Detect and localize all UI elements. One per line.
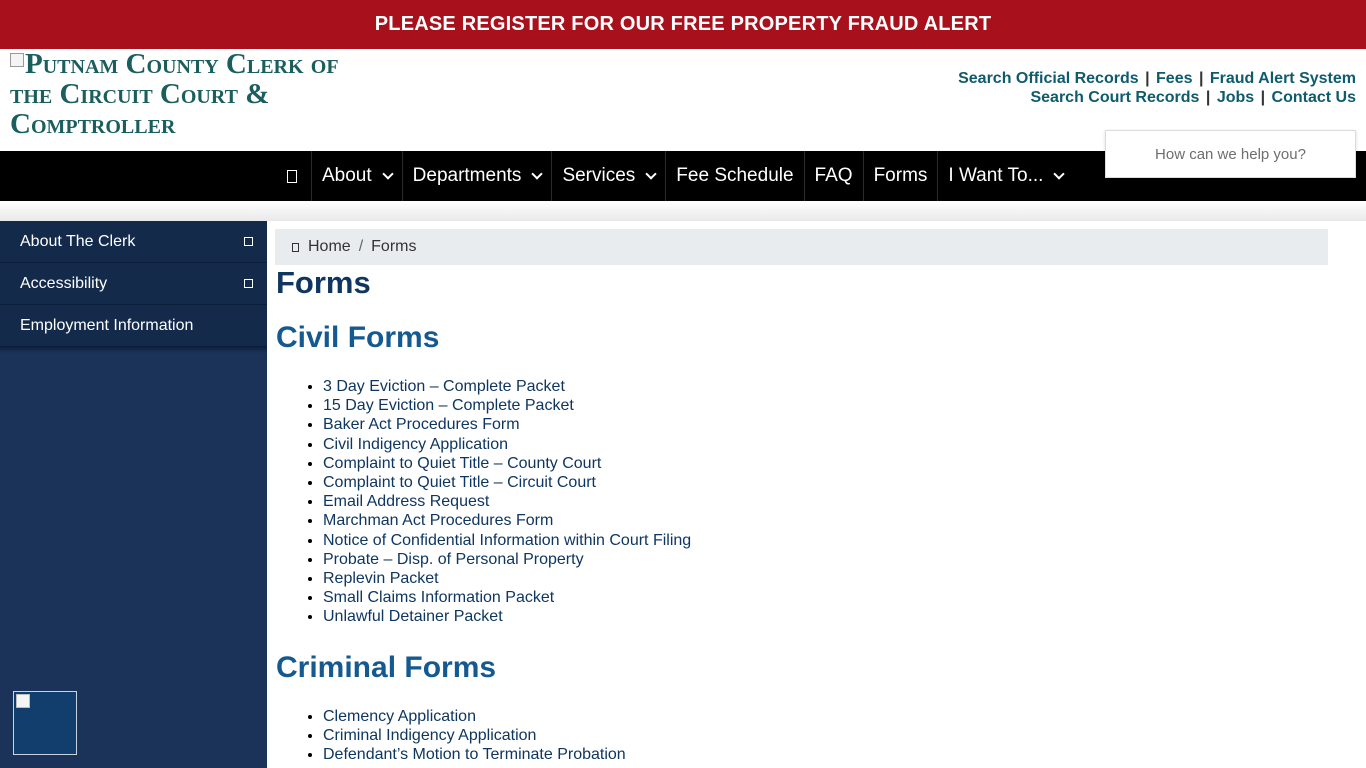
list-item: Email Address Request <box>323 492 691 511</box>
list-item: Complaint to Quiet Title – Circuit Court <box>323 473 691 492</box>
jobs-link[interactable]: Jobs <box>1217 89 1254 106</box>
main-content: Home / Forms Forms Civil Forms 3 Day Evi… <box>267 221 1366 768</box>
chevron-down-icon <box>645 167 657 180</box>
form-link[interactable]: Complaint to Quiet Title – Circuit Court <box>323 474 596 491</box>
site-search[interactable] <box>1105 130 1356 178</box>
contact-us-link[interactable]: Contact Us <box>1272 89 1356 106</box>
list-item: Defendant’s Motion to Terminate Probatio… <box>323 745 626 764</box>
search-input[interactable] <box>1106 145 1355 163</box>
list-item: Criminal Indigency Application <box>323 726 626 745</box>
list-item: Small Claims Information Packet <box>323 588 691 607</box>
list-item: Notice of Confidential Information withi… <box>323 531 691 550</box>
home-icon <box>292 242 299 252</box>
link-separator: | <box>1205 89 1211 106</box>
form-link[interactable]: Clemency Application <box>323 708 476 725</box>
form-link[interactable]: Civil Indigency Application <box>323 436 508 453</box>
sidebar-item-employment-information[interactable]: Employment Information <box>0 305 267 347</box>
sidebar-item-label: Employment Information <box>20 316 194 334</box>
link-separator: | <box>1198 70 1204 87</box>
list-item: Replevin Packet <box>323 569 691 588</box>
utility-links-row-2: Search Court Records | Jobs | Contact Us <box>958 88 1356 107</box>
broken-image-icon <box>16 694 30 708</box>
nav-forms-label: Forms <box>873 165 928 186</box>
fraud-alert-banner[interactable]: PLEASE REGISTER FOR OUR FREE PROPERTY FR… <box>0 0 1366 49</box>
accessibility-widget-button[interactable] <box>13 691 77 755</box>
form-link[interactable]: Email Address Request <box>323 493 489 510</box>
nav-i-want-to-label: I Want To... <box>948 165 1044 186</box>
sidebar-item-label: About The Clerk <box>20 232 136 250</box>
form-link[interactable]: Replevin Packet <box>323 570 439 587</box>
page-title: Forms <box>276 265 371 300</box>
form-link[interactable]: 3 Day Eviction – Complete Packet <box>323 378 565 395</box>
list-item: 15 Day Eviction – Complete Packet <box>323 396 691 415</box>
nav-forms[interactable]: Forms <box>862 151 938 201</box>
list-item: Complaint to Quiet Title – County Court <box>323 454 691 473</box>
content-shadow <box>0 201 1366 221</box>
list-item: Unlawful Detainer Packet <box>323 607 691 626</box>
fees-link[interactable]: Fees <box>1156 70 1192 87</box>
form-link[interactable]: Marchman Act Procedures Form <box>323 512 553 529</box>
nav-fee-schedule[interactable]: Fee Schedule <box>665 151 803 201</box>
search-court-records-link[interactable]: Search Court Records <box>1030 89 1199 106</box>
nav-departments[interactable]: Departments <box>401 151 552 201</box>
expand-icon[interactable] <box>244 279 253 288</box>
nav-departments-label: Departments <box>412 165 522 186</box>
chevron-down-icon <box>381 167 394 180</box>
breadcrumb: Home / Forms <box>275 229 1328 265</box>
nav-faq[interactable]: FAQ <box>803 151 863 201</box>
form-link[interactable]: Unlawful Detainer Packet <box>323 608 503 625</box>
criminal-forms-list: Clemency Application Criminal Indigency … <box>323 707 626 765</box>
civil-forms-heading: Civil Forms <box>276 321 440 354</box>
form-link[interactable]: Probate – Disp. of Personal Property <box>323 551 584 568</box>
nav-services-label: Services <box>562 165 636 186</box>
list-item: Civil Indigency Application <box>323 435 691 454</box>
breadcrumb-separator: / <box>358 238 364 255</box>
breadcrumb-home-link[interactable]: Home <box>308 238 351 256</box>
nav-faq-label: FAQ <box>814 165 853 186</box>
chevron-down-icon <box>1053 167 1066 180</box>
list-item: Baker Act Procedures Form <box>323 415 691 434</box>
utility-links-row-1: Search Official Records | Fees | Fraud A… <box>958 69 1356 88</box>
chevron-down-icon <box>531 167 544 180</box>
site-logo[interactable]: Putnam County Clerk of the Circuit Court… <box>10 49 370 139</box>
form-link[interactable]: Notice of Confidential Information withi… <box>323 532 691 549</box>
nav-home[interactable] <box>269 151 311 201</box>
fraud-alert-text[interactable]: PLEASE REGISTER FOR OUR FREE PROPERTY FR… <box>375 13 992 36</box>
form-link[interactable]: 15 Day Eviction – Complete Packet <box>323 397 574 414</box>
sidebar: About The Clerk Accessibility Employment… <box>0 221 267 768</box>
sidebar-item-label: Accessibility <box>20 274 108 292</box>
form-link[interactable]: Baker Act Procedures Form <box>323 416 520 433</box>
utility-links: Search Official Records | Fees | Fraud A… <box>958 69 1356 107</box>
nav-fee-schedule-label: Fee Schedule <box>676 165 794 186</box>
civil-forms-list: 3 Day Eviction – Complete Packet 15 Day … <box>323 377 691 627</box>
search-official-records-link[interactable]: Search Official Records <box>958 70 1139 87</box>
form-link[interactable]: Criminal Indigency Application <box>323 727 536 744</box>
form-link[interactable]: Complaint to Quiet Title – County Court <box>323 455 601 472</box>
nav-services[interactable]: Services <box>551 151 665 201</box>
list-item: Probate – Disp. of Personal Property <box>323 550 691 569</box>
form-link[interactable]: Defendant’s Motion to Terminate Probatio… <box>323 746 626 763</box>
nav-i-want-to[interactable]: I Want To... <box>937 151 1073 201</box>
list-item: 3 Day Eviction – Complete Packet <box>323 377 691 396</box>
breadcrumb-current: Forms <box>371 238 417 255</box>
nav-items: About Departments Services Fee Schedule … <box>269 151 1073 201</box>
sidebar-item-about-the-clerk[interactable]: About The Clerk <box>0 221 267 263</box>
nav-about-label: About <box>322 165 372 186</box>
link-separator: | <box>1145 70 1150 87</box>
home-icon <box>287 169 297 183</box>
link-separator: | <box>1260 89 1266 106</box>
criminal-forms-heading: Criminal Forms <box>276 651 497 684</box>
expand-icon[interactable] <box>244 237 253 246</box>
fraud-alert-system-link[interactable]: Fraud Alert System <box>1210 70 1356 87</box>
form-link[interactable]: Small Claims Information Packet <box>323 589 554 606</box>
list-item: Marchman Act Procedures Form <box>323 511 691 530</box>
sidebar-divider <box>0 347 267 353</box>
nav-about[interactable]: About <box>311 151 402 201</box>
broken-image-icon <box>10 53 24 67</box>
logo-alt-text[interactable]: Putnam County Clerk of the Circuit Court… <box>10 48 339 140</box>
list-item: Clemency Application <box>323 707 626 726</box>
sidebar-item-accessibility[interactable]: Accessibility <box>0 263 267 305</box>
